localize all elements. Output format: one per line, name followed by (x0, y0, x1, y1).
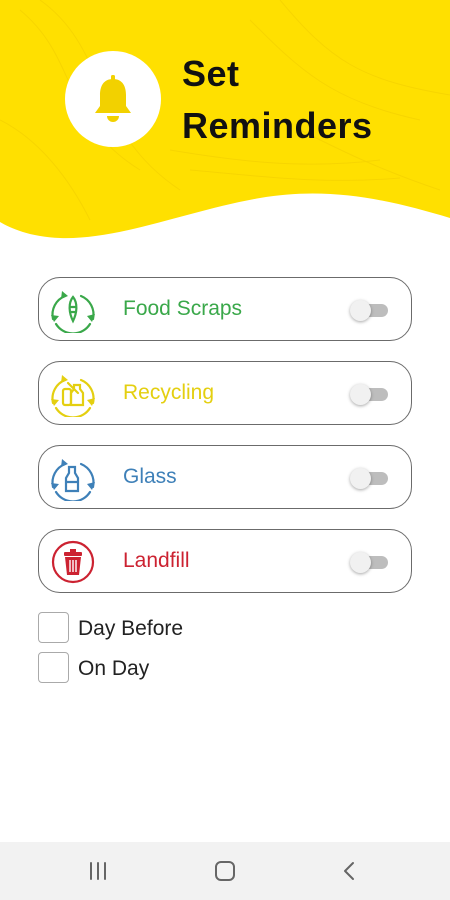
day-before-label: Day Before (78, 617, 184, 640)
category-card-glass[interactable]: Glass (38, 445, 412, 509)
home-icon[interactable] (211, 859, 239, 883)
back-icon[interactable] (336, 859, 364, 883)
title-line-1: Set (182, 53, 240, 94)
category-label: Landfill (123, 549, 190, 572)
bell-badge (65, 51, 161, 147)
glass-icon (51, 459, 95, 501)
day-before-checkbox[interactable] (38, 612, 69, 643)
title-line-2: Reminders (182, 105, 373, 146)
category-label: Recycling (123, 381, 215, 404)
food-scraps-icon (51, 291, 95, 333)
food-scraps-toggle[interactable] (350, 300, 390, 321)
category-label: Food Scraps (123, 297, 243, 320)
bell-icon (95, 75, 131, 122)
header: Set Reminders (0, 0, 450, 250)
on-day-checkbox[interactable] (38, 652, 69, 683)
system-navigation-bar (0, 842, 450, 900)
category-label: Glass (123, 465, 177, 488)
category-card-landfill[interactable]: Landfill (38, 529, 412, 593)
on-day-label: On Day (78, 657, 150, 680)
landfill-icon (51, 540, 95, 584)
page-title: Set Reminders (182, 48, 373, 152)
recycling-toggle[interactable] (350, 384, 390, 405)
recents-icon[interactable] (84, 859, 112, 883)
category-card-recycling[interactable]: Recycling (38, 361, 412, 425)
landfill-toggle[interactable] (350, 552, 390, 573)
glass-toggle[interactable] (350, 468, 390, 489)
category-card-food-scraps[interactable]: Food Scraps (38, 277, 412, 341)
recycling-icon (51, 375, 95, 417)
